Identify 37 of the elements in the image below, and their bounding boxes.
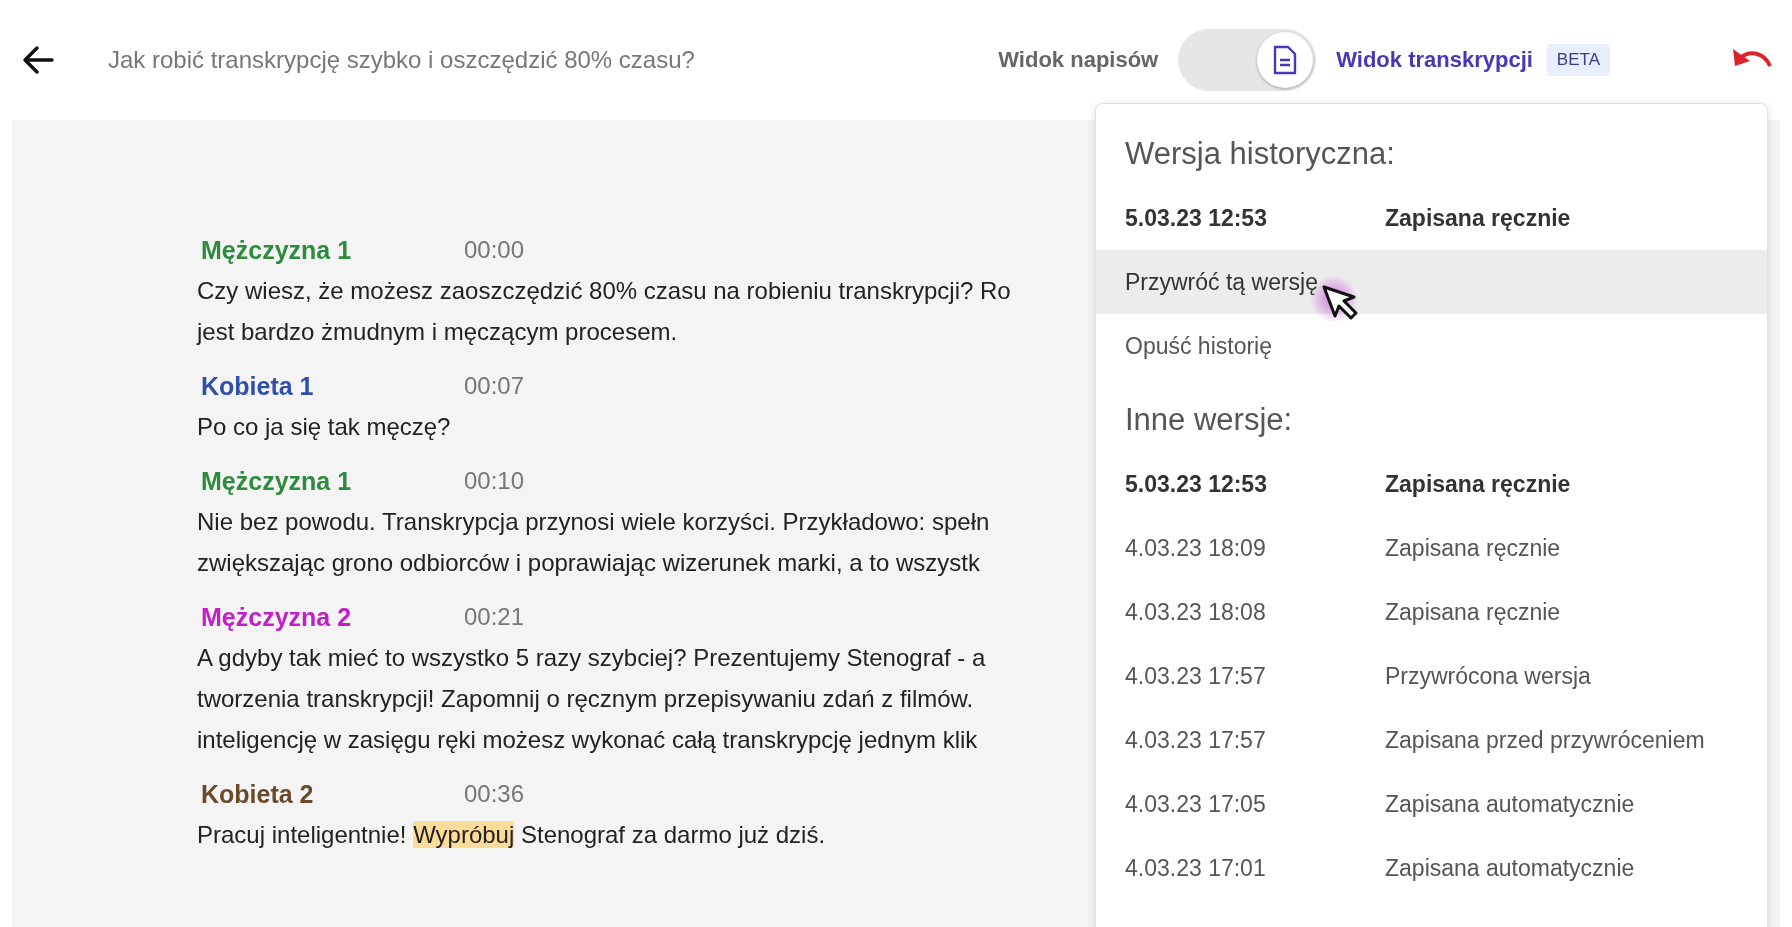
transcript-text: inteligencję w zasięgu ręki możesz wykonać całą transkrypcję jednym klik (197, 725, 978, 755)
speaker-name: Kobieta 2 (201, 779, 315, 809)
beta-badge: BETA (1546, 44, 1610, 76)
menu-item[interactable]: Przywróć tą wersję (1096, 250, 1767, 314)
speaker-name: Kobieta 1 (201, 371, 315, 401)
document-icon (1272, 45, 1299, 75)
version-label: Zapisana ręcznie (1385, 204, 1571, 232)
version-row[interactable]: 4.03.23 17:57 Przywrócona wersja (1096, 644, 1767, 708)
version-row[interactable]: 4.03.23 18:08 Zapisana ręcznie (1096, 580, 1767, 644)
menu-item[interactable]: Opuść historię (1096, 314, 1767, 378)
version-row[interactable]: 4.03.23 17:05 Zapisana automatycznie (1096, 772, 1767, 836)
transcript-text: Pracuj inteligentnie! Wypróbuj Stenograf za darmo już dziś. (197, 820, 826, 850)
section-heading: Inne wersje: (1124, 401, 1294, 439)
transcript-text: zwiększając grono odbiorców i poprawiając wizerunek marki, a to wszystk (197, 548, 980, 578)
speaker-name: Mężczyzna 1 (201, 466, 353, 496)
transcript-text: Po co ja się tak męczę? (197, 412, 451, 442)
subtitle-view-label[interactable]: Widok napisów (998, 47, 1159, 73)
transcript-text: Czy wiesz, że możesz zaoszczędzić 80% czasu na robieniu transkrypcji? Ro (197, 276, 1011, 306)
timestamp: 00:36 (464, 780, 525, 808)
transcript-text: Nie bez powodu. Transkrypcja przynosi wiele korzyści. Przykładowo: spełn (197, 507, 990, 537)
speaker-name: Mężczyzna 2 (201, 602, 353, 632)
version-date: 5.03.23 12:53 (1125, 204, 1268, 232)
version-row[interactable]: 4.03.23 17:57 Zapisana przed przywróceniem (1096, 708, 1767, 772)
timestamp: 00:07 (464, 372, 525, 400)
version-row[interactable]: 5.03.23 12:53 Zapisana ręcznie (1096, 452, 1767, 516)
transcript-text: A gdyby tak mieć to wszystko 5 razy szybciej? Prezentujemy Stenograf - a (197, 643, 986, 673)
timestamp: 00:00 (464, 236, 525, 264)
version-row[interactable]: 4.03.23 17:01 Zapisana automatycznie (1096, 836, 1767, 900)
transcript-text: tworzenia transkrypcji! Zapomnij o ręcznym przepisywaniu zdań z filmów. (197, 684, 974, 714)
timestamp: 00:21 (464, 603, 525, 631)
transcript-text: jest bardzo żmudnym i męczącym procesem. (197, 317, 678, 347)
transcript-view-label[interactable]: Widok transkrypcji (1336, 47, 1533, 73)
timestamp: 00:10 (464, 467, 525, 495)
speaker-name: Mężczyzna 1 (201, 235, 353, 265)
document-title: Jak robić transkrypcję szybko i oszczędzić 80% czasu? (108, 46, 696, 74)
version-row[interactable]: 4.03.23 18:09 Zapisana ręcznie (1096, 516, 1767, 580)
section-heading: Wersja historyczna: (1124, 135, 1396, 173)
